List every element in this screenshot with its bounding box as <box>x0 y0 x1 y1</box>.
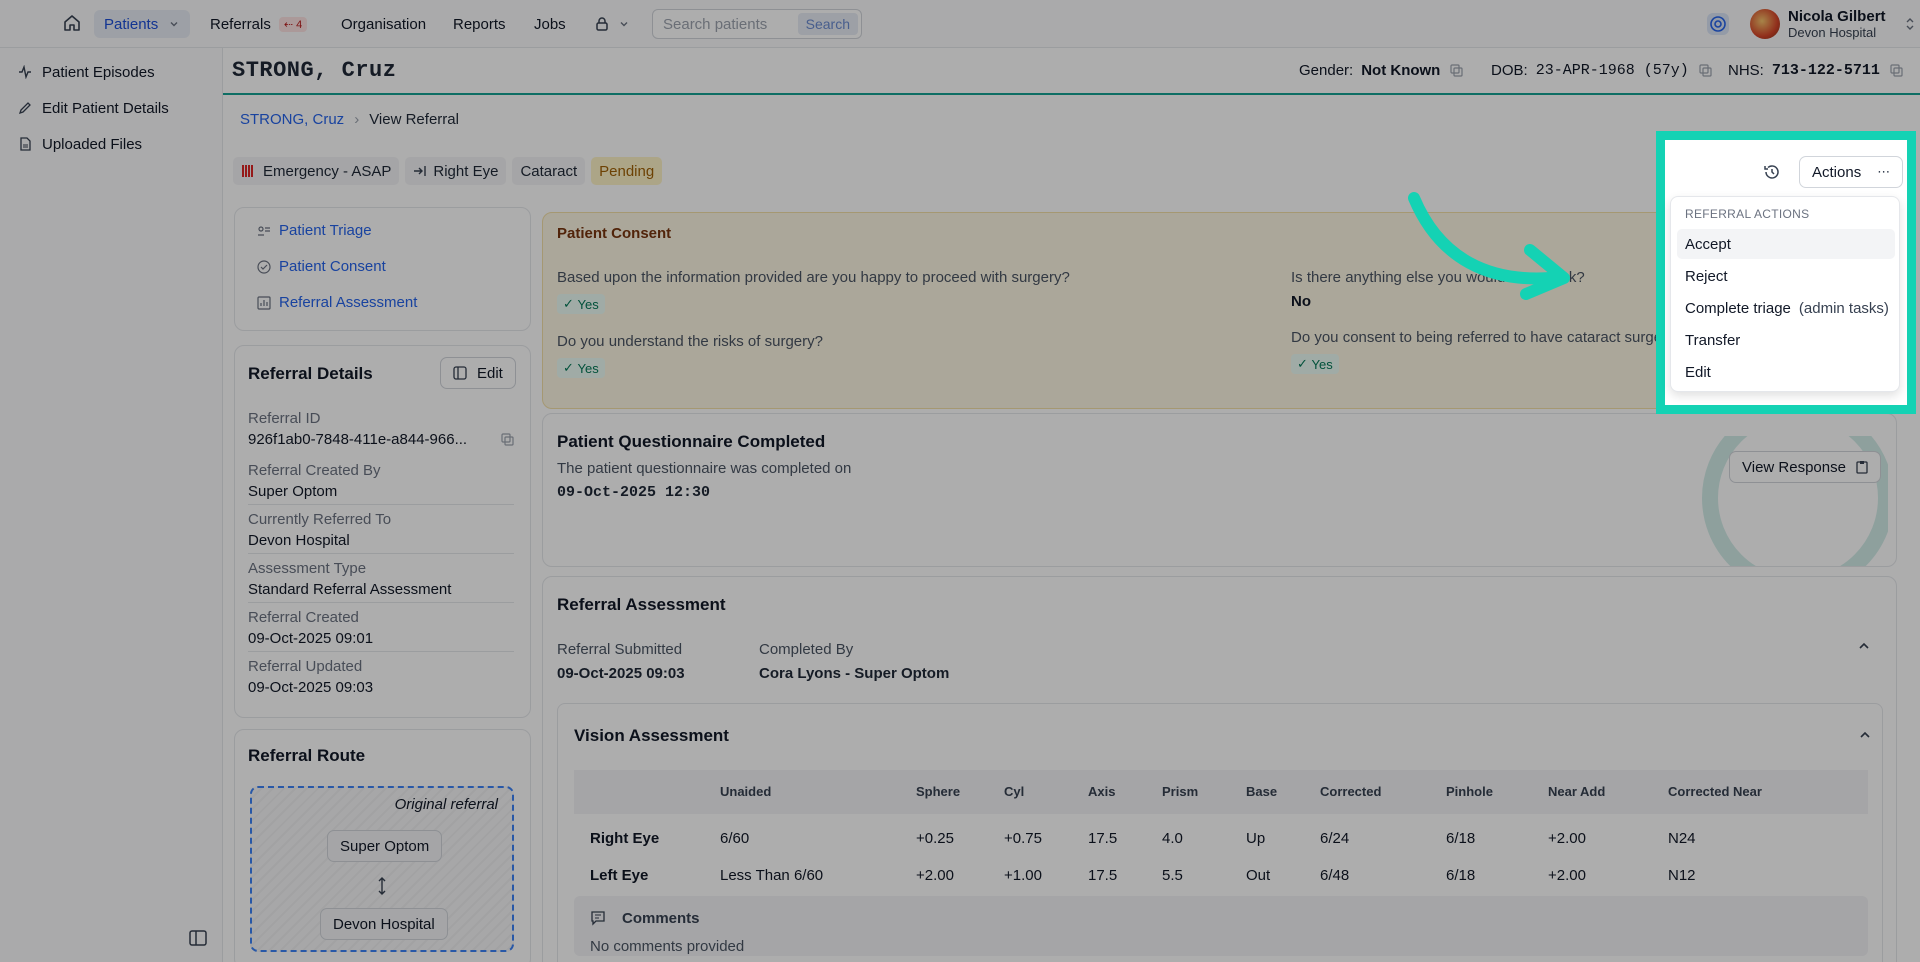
menu-item-label: Complete triage <box>1685 299 1791 317</box>
menu-item-complete-triage[interactable]: Complete triage (admin tasks) <box>1677 293 1895 323</box>
modal-backdrop[interactable] <box>0 0 1920 962</box>
menu-item-edit[interactable]: Edit <box>1677 357 1895 387</box>
menu-item-transfer[interactable]: Transfer <box>1677 325 1895 355</box>
history-icon[interactable] <box>1763 163 1781 181</box>
more-horizontal-icon: ⋯ <box>1877 164 1891 179</box>
menu-item-accept[interactable]: Accept <box>1677 229 1895 259</box>
actions-button[interactable]: Actions ⋯ <box>1799 156 1904 188</box>
pointer-arrow-icon <box>1408 192 1570 300</box>
menu-item-note: (admin tasks) <box>1798 299 1889 317</box>
menu-item-reject[interactable]: Reject <box>1677 261 1895 291</box>
referral-actions-menu: REFERRAL ACTIONS Accept Reject Complete … <box>1670 196 1900 392</box>
menu-header: REFERRAL ACTIONS <box>1685 207 1810 221</box>
actions-button-label: Actions <box>1812 163 1862 181</box>
